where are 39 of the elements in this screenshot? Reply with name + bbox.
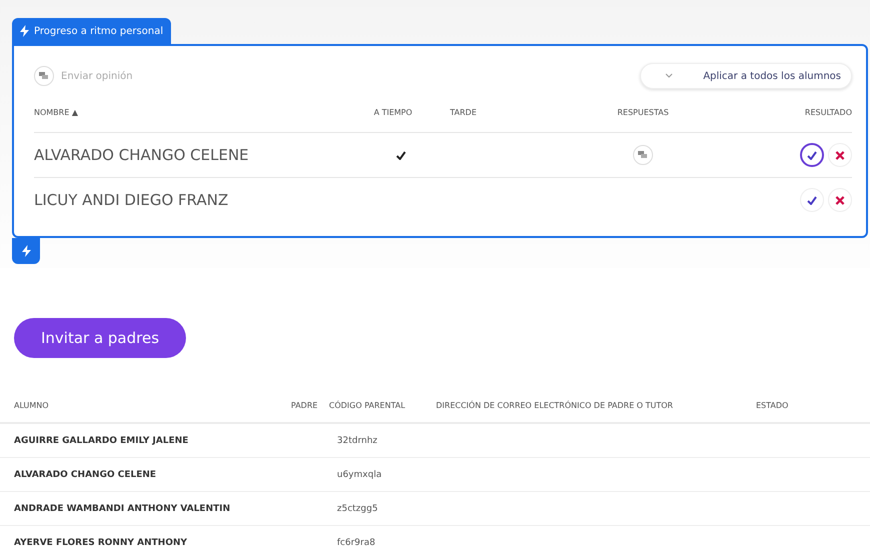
- caret-icon: [665, 73, 674, 79]
- chat-icon: [39, 72, 49, 80]
- column-header: A TIEMPO: [372, 92, 450, 133]
- column-header: RESULTADO: [753, 92, 852, 133]
- check-icon: [807, 150, 817, 160]
- table-cell: ALVARADO CHANGO CELENE: [0, 458, 291, 492]
- panel-tab[interactable]: [12, 238, 40, 264]
- fail-button[interactable]: [828, 188, 852, 212]
- table-cell: 32tdrnhz: [329, 424, 436, 458]
- lightning-icon: [22, 245, 30, 257]
- table-cell: AGUIRRE GALLARDO EMILY JALENE: [0, 424, 291, 458]
- table-cell: ANDRADE WAMBANDI ANTHONY VALENTIN: [0, 492, 291, 526]
- chat-icon: [638, 151, 648, 159]
- cross-icon: [835, 196, 845, 204]
- column-header: ALUMNO: [0, 388, 291, 424]
- fail-button[interactable]: [828, 143, 852, 167]
- table-cell: AYERVE FLORES RONNY ANTHONY: [0, 526, 291, 550]
- student-name: ALVARADO CHANGO CELENE: [34, 146, 249, 164]
- apply-all-dropdown[interactable]: Aplicar a todos los alumnos: [640, 63, 852, 89]
- column-header: NOMBRE ▲: [34, 92, 372, 133]
- panel-tab[interactable]: Progreso a ritmo personal: [12, 18, 172, 44]
- lightning-icon: [20, 25, 29, 37]
- column-header: RESPUESTAS: [603, 92, 753, 133]
- invite-button[interactable]: Invitar a padres: [14, 318, 186, 358]
- column-header: PADRE: [291, 388, 329, 424]
- column-header: TARDE: [450, 92, 603, 133]
- feedback-label: Enviar opinión: [61, 70, 133, 82]
- column-header: DIRECCIÓN DE CORREO ELECTRÓNICO DE PADRE O TUTOR: [436, 388, 756, 424]
- table-cell: fc6r9ra8: [329, 526, 436, 550]
- response-button[interactable]: [633, 145, 653, 165]
- table-cell: u6ymxqla: [329, 458, 436, 492]
- student-name: LICUY ANDI DIEGO FRANZ: [34, 191, 228, 209]
- table-cell: z5ctzgg5: [329, 492, 436, 526]
- column-header: ESTADO: [756, 388, 870, 424]
- pass-button[interactable]: [800, 143, 824, 167]
- column-header: CÓDIGO PARENTAL: [329, 388, 436, 424]
- cross-icon: [835, 150, 845, 160]
- feedback-button[interactable]: [34, 66, 54, 86]
- check-icon: [807, 196, 817, 204]
